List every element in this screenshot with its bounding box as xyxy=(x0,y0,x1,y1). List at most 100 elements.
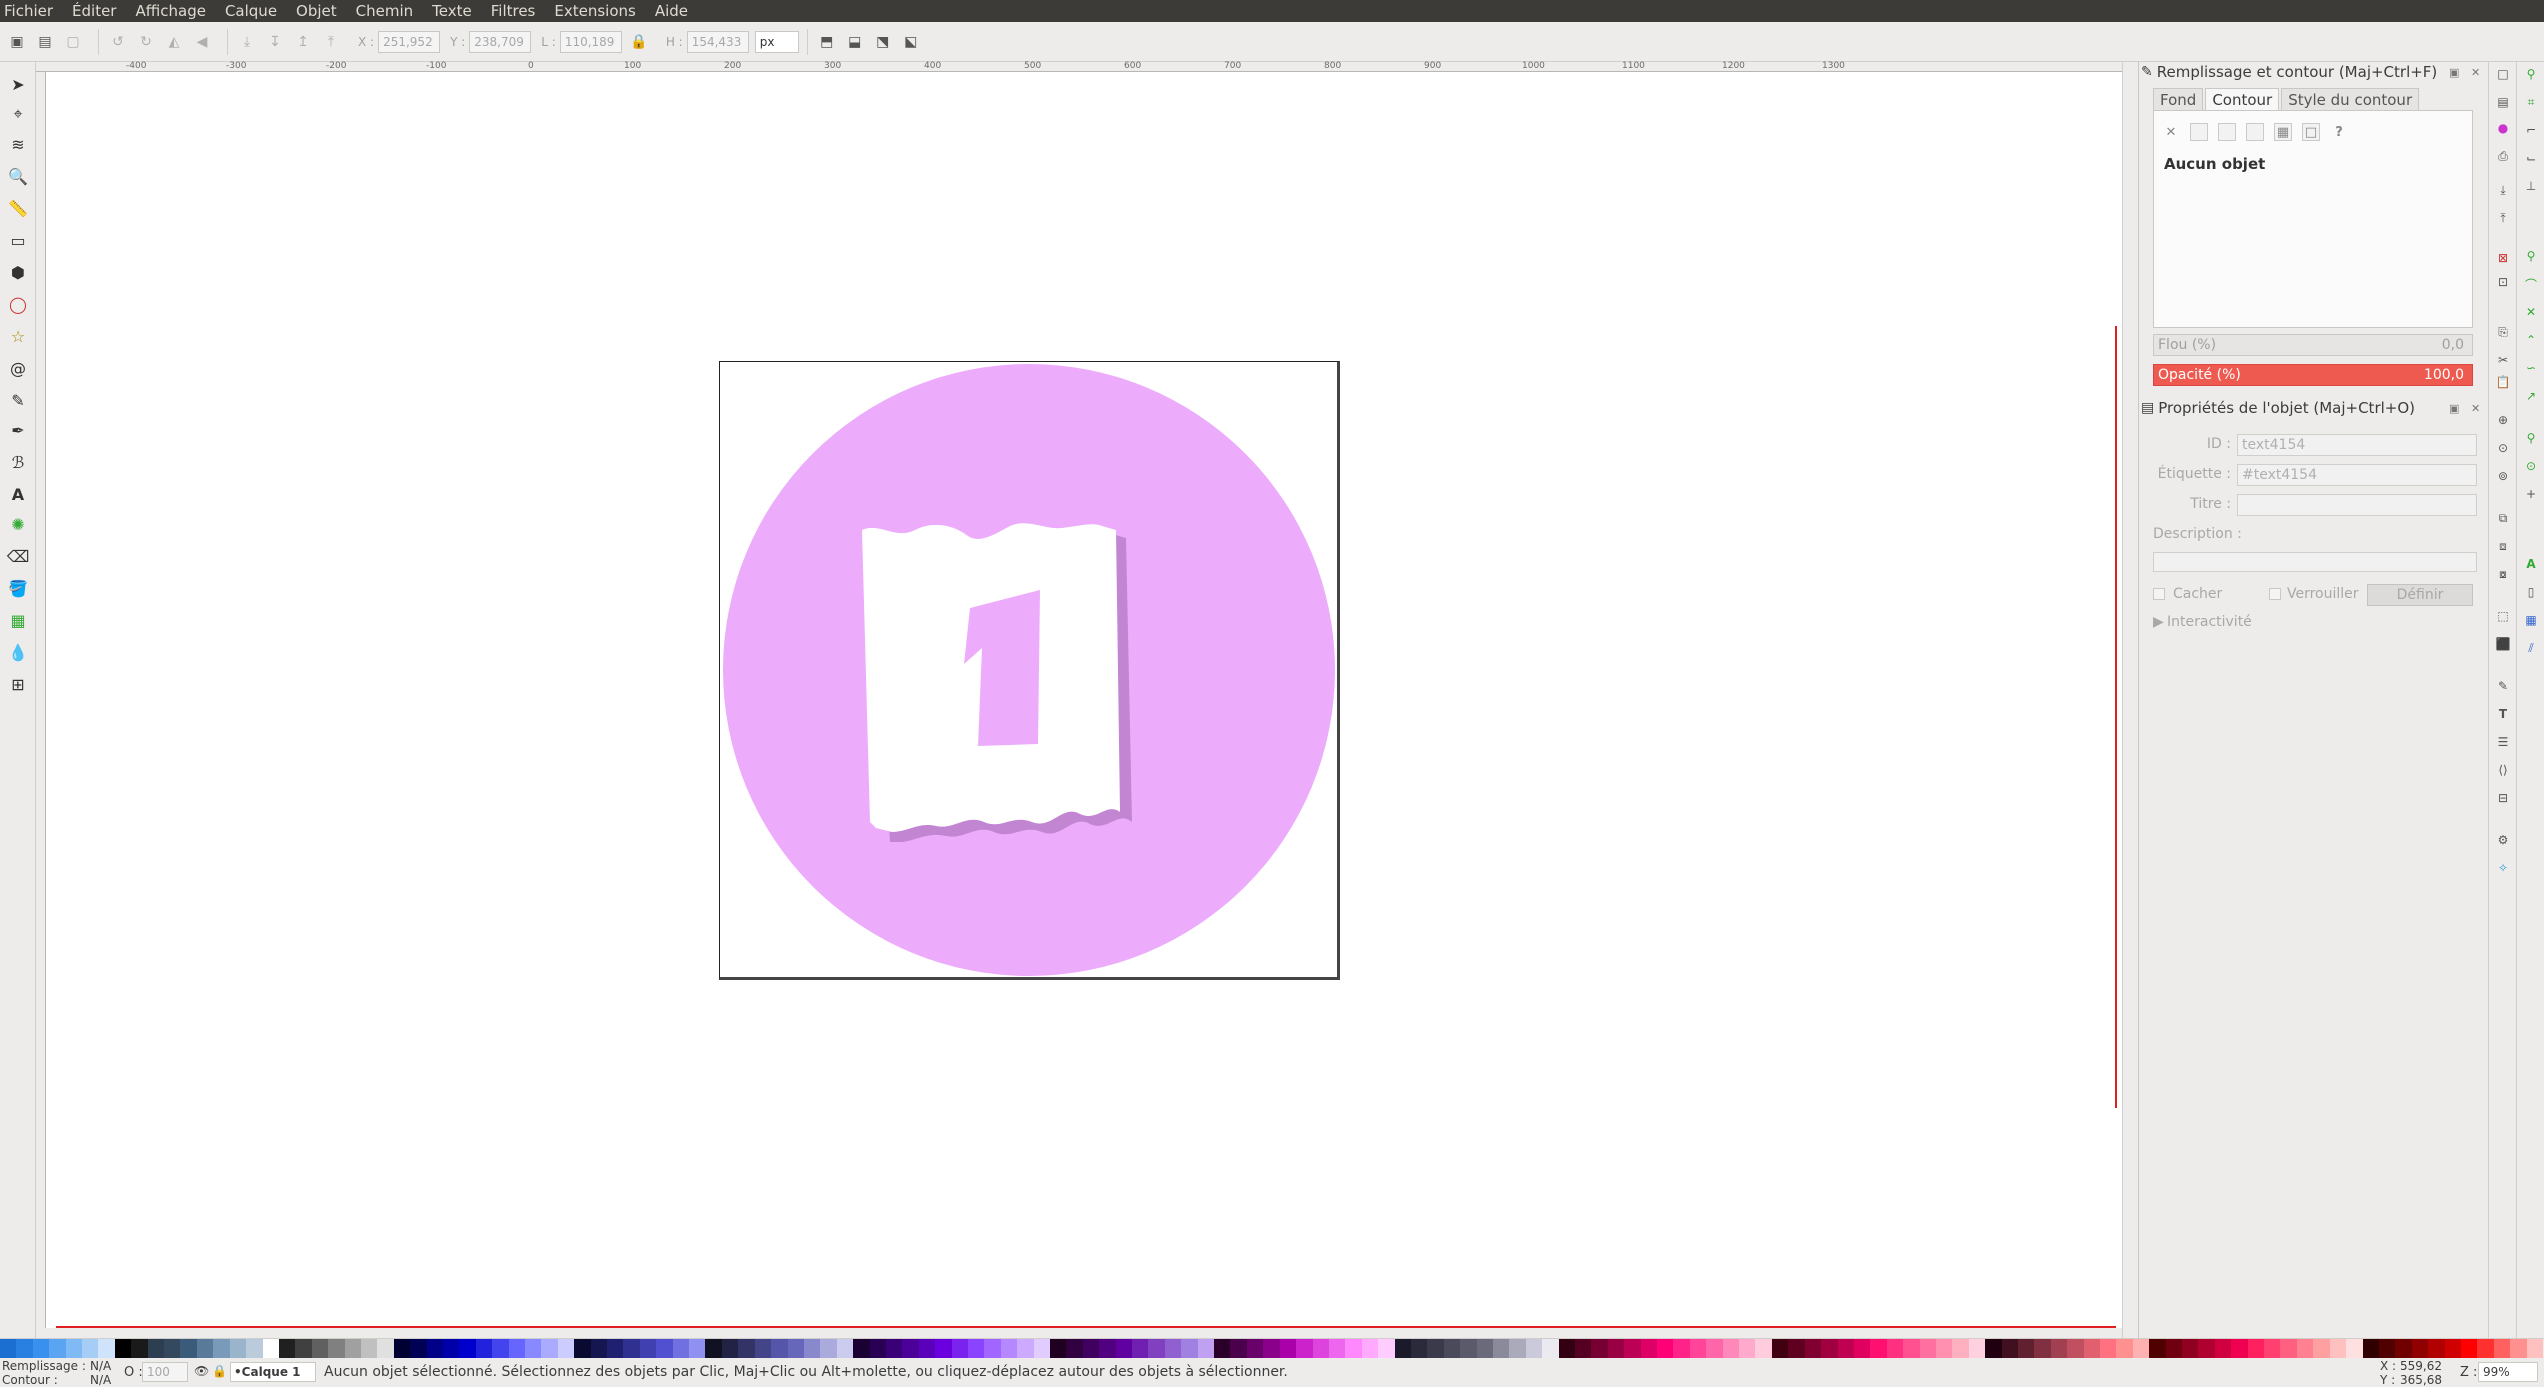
palette-swatch[interactable] xyxy=(1837,1339,1854,1359)
palette-swatch[interactable] xyxy=(1968,1339,1986,1359)
palette-swatch[interactable] xyxy=(1919,1339,1936,1359)
palette-swatch[interactable] xyxy=(1509,1339,1526,1359)
menu-file[interactable]: Fichier xyxy=(4,2,53,20)
palette-swatch[interactable] xyxy=(278,1339,296,1359)
palette-swatch[interactable] xyxy=(885,1339,903,1359)
palette-swatch[interactable] xyxy=(2182,1339,2199,1359)
palette-swatch[interactable] xyxy=(2510,1339,2527,1359)
layer-select[interactable]: •Calque 1 xyxy=(230,1362,316,1382)
palette-swatch[interactable] xyxy=(1460,1339,1477,1359)
unlink-clone-icon[interactable]: ⧇ xyxy=(2495,566,2511,582)
palette-swatch[interactable] xyxy=(590,1339,608,1359)
xml-editor-icon[interactable]: ⟨⟩ xyxy=(2495,762,2511,778)
snap-enable-icon[interactable]: ⚲ xyxy=(2523,66,2539,82)
palette-swatch[interactable] xyxy=(721,1339,739,1359)
eraser-tool-icon[interactable]: ⌫ xyxy=(6,544,30,568)
palette-swatch[interactable] xyxy=(229,1339,247,1359)
cut-icon[interactable]: ✂ xyxy=(2495,352,2511,368)
close-icon[interactable]: ✕ xyxy=(2471,66,2480,79)
palette-swatch[interactable] xyxy=(1033,1339,1050,1359)
duplicate-icon[interactable]: ⧉ xyxy=(2495,510,2511,526)
palette-swatch[interactable] xyxy=(82,1339,99,1359)
palette-swatch[interactable] xyxy=(1082,1339,1100,1359)
clone-icon[interactable]: ⧈ xyxy=(2495,538,2511,554)
lower-to-bottom-icon[interactable]: ⤓ xyxy=(236,31,258,53)
palette-swatch[interactable] xyxy=(2313,1339,2330,1359)
palette-swatch[interactable] xyxy=(1903,1339,1920,1359)
color-palette[interactable] xyxy=(0,1338,2544,1359)
palette-swatch[interactable] xyxy=(1804,1339,1822,1359)
flat-color-icon[interactable] xyxy=(2190,123,2208,141)
flip-horizontal-icon[interactable]: ◭ xyxy=(163,31,185,53)
paste-icon[interactable]: 📋 xyxy=(2495,374,2511,390)
palette-swatch[interactable] xyxy=(2050,1339,2068,1359)
palette-swatch[interactable] xyxy=(1296,1339,1313,1359)
palette-swatch[interactable] xyxy=(2001,1339,2018,1359)
id-field[interactable]: text4154 xyxy=(2237,434,2477,456)
document-props-icon[interactable]: ✧ xyxy=(2495,860,2511,876)
palette-swatch[interactable] xyxy=(164,1339,181,1359)
palette-swatch[interactable] xyxy=(1755,1339,1772,1359)
palette-swatch[interactable] xyxy=(787,1339,804,1359)
horizontal-scrollbar[interactable] xyxy=(36,1328,2122,1338)
width-field[interactable]: 110,189 xyxy=(559,30,622,53)
palette-swatch[interactable] xyxy=(1378,1339,1395,1359)
palette-swatch[interactable] xyxy=(1246,1339,1264,1359)
calligraphy-tool-icon[interactable]: ℬ xyxy=(6,450,30,474)
measure-tool-icon[interactable]: 📏 xyxy=(6,196,30,220)
palette-swatch[interactable] xyxy=(541,1339,558,1359)
palette-swatch[interactable] xyxy=(459,1339,476,1359)
palette-swatch[interactable] xyxy=(705,1339,722,1359)
palette-swatch[interactable] xyxy=(2329,1339,2347,1359)
palette-swatch[interactable] xyxy=(377,1339,394,1359)
copy-icon[interactable]: ⎘ xyxy=(2495,324,2511,340)
open-icon[interactable]: ▤ xyxy=(2495,94,2511,110)
close-icon[interactable]: ✕ xyxy=(2471,402,2480,415)
menu-help[interactable]: Aide xyxy=(655,2,688,20)
palette-swatch[interactable] xyxy=(2116,1339,2133,1359)
linear-gradient-icon[interactable] xyxy=(2218,123,2236,141)
palette-swatch[interactable] xyxy=(1788,1339,1805,1359)
palette-swatch[interactable] xyxy=(360,1339,378,1359)
spray-tool-icon[interactable]: ✺ xyxy=(6,512,30,536)
interactivity-expander[interactable]: ▶ Interactivité xyxy=(2153,612,2473,634)
palette-swatch[interactable] xyxy=(1886,1339,1904,1359)
lower-icon[interactable]: ↧ xyxy=(264,31,286,53)
pencil-tool-icon[interactable]: ✎ xyxy=(6,388,30,412)
palette-swatch[interactable] xyxy=(2493,1339,2511,1359)
palette-swatch[interactable] xyxy=(1640,1339,1658,1359)
palette-swatch[interactable] xyxy=(803,1339,821,1359)
palette-swatch[interactable] xyxy=(311,1339,329,1359)
preferences-icon[interactable]: ⚙ xyxy=(2495,832,2511,848)
palette-swatch[interactable] xyxy=(1935,1339,1953,1359)
tab-stroke-paint[interactable]: Contour xyxy=(2205,88,2280,111)
opacity-slider[interactable]: Opacité (%) 100,0 xyxy=(2153,364,2473,386)
selector-tool-icon[interactable]: ➤ xyxy=(6,72,30,96)
palette-swatch[interactable] xyxy=(16,1339,33,1359)
move-gradients-icon[interactable]: ⬔ xyxy=(872,31,894,53)
scale-corners-icon[interactable]: ⬓ xyxy=(844,31,866,53)
menu-layer[interactable]: Calque xyxy=(225,2,277,20)
palette-swatch[interactable] xyxy=(2034,1339,2051,1359)
connector-tool-icon[interactable]: ⊞ xyxy=(6,672,30,696)
snap-center-icon[interactable]: ⊙ xyxy=(2523,458,2539,474)
palette-swatch[interactable] xyxy=(426,1339,443,1359)
fill-stroke-dialog-icon[interactable]: ✎ xyxy=(2495,678,2511,694)
palette-swatch[interactable] xyxy=(1771,1339,1789,1359)
snap-nodes-icon[interactable]: ⚲ xyxy=(2523,248,2539,264)
palette-swatch[interactable] xyxy=(1689,1339,1707,1359)
gradient-tool-icon[interactable]: ▦ xyxy=(6,608,30,632)
scale-stroke-icon[interactable]: ⬒ xyxy=(816,31,838,53)
palette-swatch[interactable] xyxy=(2132,1339,2150,1359)
palette-swatch[interactable] xyxy=(1312,1339,1329,1359)
palette-swatch[interactable] xyxy=(1575,1339,1592,1359)
palette-swatch[interactable] xyxy=(1132,1339,1149,1359)
palette-swatch[interactable] xyxy=(2526,1339,2543,1359)
palette-swatch[interactable] xyxy=(2395,1339,2412,1359)
palette-swatch[interactable] xyxy=(1952,1339,1969,1359)
palette-swatch[interactable] xyxy=(2165,1339,2183,1359)
export-icon[interactable]: ⤒ xyxy=(2495,210,2511,226)
palette-swatch[interactable] xyxy=(1197,1339,1215,1359)
snap-intersection-icon[interactable]: ✕ xyxy=(2523,304,2539,320)
guide-vertical[interactable] xyxy=(2115,326,2117,1108)
